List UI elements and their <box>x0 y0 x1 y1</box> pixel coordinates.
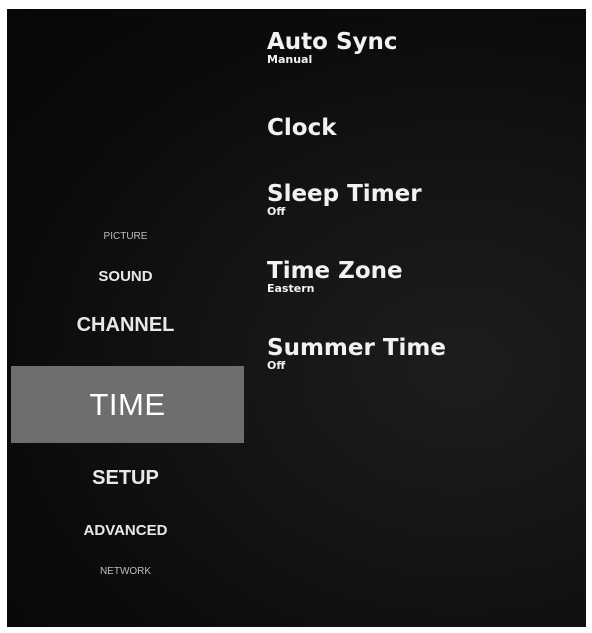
menu-item-sound[interactable]: SOUND <box>7 268 244 285</box>
setting-auto-sync[interactable]: Auto Sync Manual <box>267 29 567 66</box>
setting-sleep-timer[interactable]: Sleep Timer Off <box>267 181 567 218</box>
setting-clock[interactable]: Clock <box>267 117 567 140</box>
setting-value: Manual <box>267 53 313 66</box>
setting-label: Sleep Timer <box>267 181 422 207</box>
menu-item-picture[interactable]: PICTURE <box>7 231 244 242</box>
setting-label: Time Zone <box>267 258 403 284</box>
setting-value: Off <box>267 359 286 372</box>
menu-item-setup[interactable]: SETUP <box>7 467 244 490</box>
menu-item-network[interactable]: NETWORK <box>7 566 244 577</box>
menu-item-time-selected[interactable]: TIME <box>11 366 244 443</box>
setting-time-zone[interactable]: Time Zone Eastern <box>267 258 567 295</box>
setting-label: Auto Sync <box>267 29 398 55</box>
setting-summer-time[interactable]: Summer Time Off <box>267 335 567 372</box>
tv-menu-screen: PICTURE SOUND CHANNEL TIME SETUP ADVANCE… <box>7 9 586 627</box>
setting-value: Off <box>267 205 286 218</box>
setting-value: Eastern <box>267 282 315 295</box>
setting-label: Clock <box>267 115 337 141</box>
menu-item-channel[interactable]: CHANNEL <box>7 314 244 337</box>
setting-label: Summer Time <box>267 335 446 361</box>
menu-item-advanced[interactable]: ADVANCED <box>7 522 244 539</box>
